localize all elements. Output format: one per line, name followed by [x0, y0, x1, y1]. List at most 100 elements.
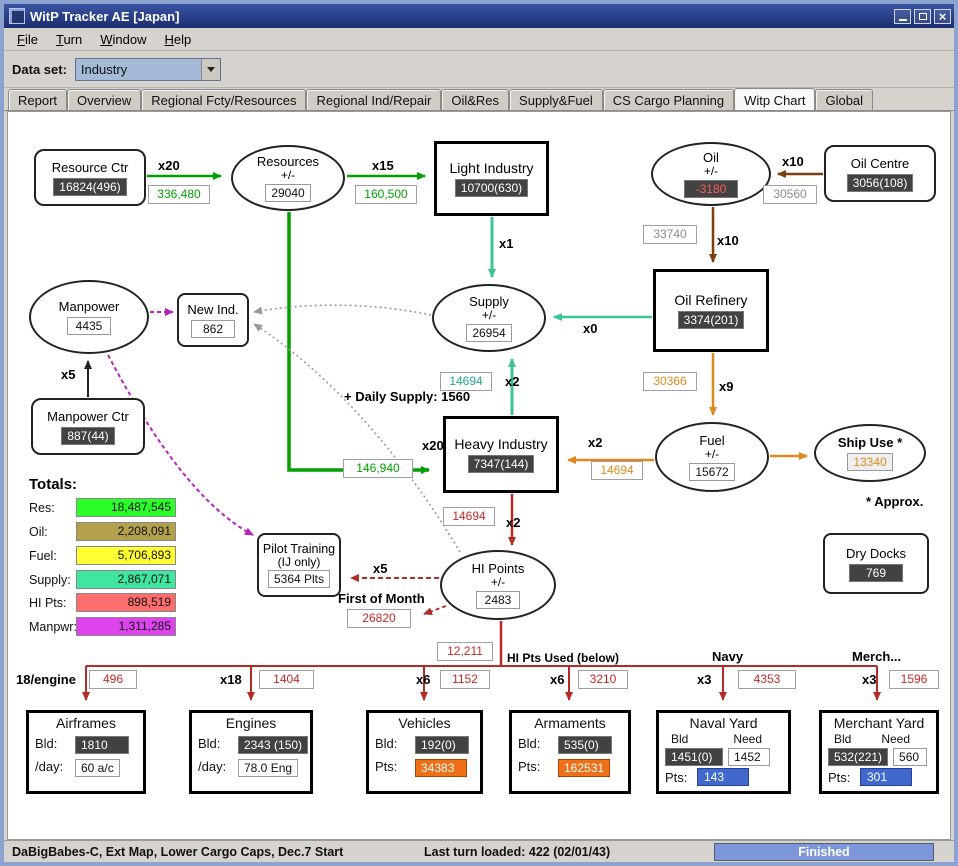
node-value: 15672 [689, 463, 735, 481]
dataset-combo-button[interactable] [200, 58, 220, 80]
mult-engines: x18 [220, 672, 242, 687]
rate-label: /day: [35, 759, 64, 774]
node-new-ind: New Ind. 862 [177, 293, 249, 347]
used-airframes: 496 [89, 670, 137, 689]
menu-help[interactable]: Help [155, 32, 200, 47]
hi-pts-used-note: HI Pts Used (below) [507, 651, 620, 665]
edge-value: 33740 [643, 225, 697, 244]
tab-global[interactable]: Global [815, 89, 874, 110]
factory-title: Airframes [56, 715, 116, 731]
minimize-button[interactable] [894, 8, 911, 24]
node-title: Pilot Training [262, 541, 336, 556]
factory-head: Bld Need [659, 732, 788, 746]
node-value: 4435 [67, 317, 111, 335]
tab-cs-cargo-planning[interactable]: CS Cargo Planning [602, 89, 735, 110]
node-title: Dry Docks [846, 545, 906, 561]
node-value: 2483 [476, 591, 520, 609]
node-oil-refinery: Oil Refinery 3374(201) [653, 269, 769, 352]
hi-pts-used-total: 12,211 [437, 642, 493, 661]
dataset-combo[interactable]: Industry [74, 57, 221, 81]
tab-supply-fuel[interactable]: Supply&Fuel [509, 89, 603, 110]
node-resources: Resources +/- 29040 [231, 145, 345, 211]
dataset-row: Data set: Industry [4, 51, 954, 88]
edge-mult: x2 [506, 515, 521, 530]
node-value: 3374(201) [677, 311, 745, 329]
menu-window[interactable]: Window [91, 32, 155, 47]
mult-vehicles: x6 [416, 672, 431, 687]
node-resource-ctr: Resource Ctr 16824(496) [34, 149, 146, 206]
edge-value: 14694 [440, 372, 492, 391]
pts-value: 301 [860, 768, 912, 786]
node-value: -3180 [684, 180, 738, 198]
merch-label: Merch... [852, 649, 902, 664]
node-sub: +/- [490, 575, 506, 589]
menu-file[interactable]: File [8, 32, 47, 47]
first-of-month-label: First of Month [338, 591, 425, 606]
factory-title: Vehicles [398, 715, 451, 731]
app-window: WitP Tracker AE [Japan] × File Turn Wind… [0, 0, 958, 866]
totals-row: Supply: 2,867,071 [29, 570, 176, 589]
node-title: Resources [256, 154, 320, 169]
window-titlebar: WitP Tracker AE [Japan] × [4, 4, 954, 28]
factory-naval-yard: Naval Yard Bld Need 1451(0) 1452 Pts: 14… [656, 710, 791, 794]
factory-title: Engines [225, 715, 277, 731]
tab-regional-fcty-resources[interactable]: Regional Fcty/Resources [141, 89, 307, 110]
node-value: 26954 [466, 324, 512, 342]
node-hi-points: HI Points +/- 2483 [440, 550, 556, 620]
tab-bar: Report Overview Regional Fcty/Resources … [4, 88, 954, 111]
tab-report[interactable]: Report [8, 89, 68, 110]
node-title: Oil Refinery [674, 292, 748, 308]
totals-row: Res: 18,487,545 [29, 498, 176, 517]
tab-regional-ind-repair[interactable]: Regional Ind/Repair [306, 89, 442, 110]
tab-oil-res[interactable]: Oil&Res [441, 89, 510, 110]
bld-value: 532(221) [828, 748, 889, 766]
edge-resources-heavyindustry [287, 212, 430, 474]
tab-witp-chart[interactable]: Witp Chart [734, 88, 816, 110]
edge-value: 14694 [591, 461, 643, 480]
node-supply: Supply +/- 26954 [432, 284, 546, 352]
node-value: 29040 [265, 184, 311, 202]
totals-value-oil: 2,208,091 [76, 522, 176, 541]
maximize-button[interactable] [914, 8, 931, 24]
totals-value-supply: 2,867,071 [76, 570, 176, 589]
close-button[interactable]: × [934, 8, 951, 24]
totals-value-fuel: 5,706,893 [76, 546, 176, 565]
totals-title: Totals: [29, 476, 78, 493]
edge-hipoints-firstofmonth [423, 605, 447, 616]
edge-mult: x10 [717, 233, 739, 248]
menu-turn[interactable]: Turn [47, 32, 91, 47]
bld-value: 1451(0) [665, 748, 723, 766]
node-title: Manpower Ctr [47, 408, 129, 424]
factory-armaments: Armaments Bld: 535(0) Pts: 162531 [509, 710, 631, 794]
bld-label: Bld [671, 732, 689, 746]
first-of-month-value: 26820 [347, 609, 411, 628]
totals-label: HI Pts: [29, 595, 67, 610]
factory-merchant-yard: Merchant Yard Bld Need 532(221) 560 Pts:… [819, 710, 939, 794]
totals-label: Fuel: [29, 548, 57, 563]
node-value: 5364 Plts [267, 569, 331, 588]
node-title: HI Points [471, 561, 525, 576]
edge-value: 146,940 [343, 459, 413, 478]
node-sub: +/- [481, 308, 497, 322]
dataset-label: Data set: [12, 61, 67, 77]
bld-label: Bld [834, 732, 852, 746]
totals-label: Res: [29, 500, 55, 515]
node-light-industry: Light Industry 10700(630) [434, 141, 549, 216]
used-naval-yard: 4353 [738, 670, 796, 689]
bld-label: Bld: [198, 736, 221, 751]
edge-mult: x10 [782, 154, 804, 169]
edge-value: 30366 [643, 372, 697, 391]
totals-row: Oil: 2,208,091 [29, 522, 176, 541]
totals-value-manpwr: 1,311,285 [76, 617, 176, 636]
maximize-icon [918, 12, 927, 20]
node-fuel: Fuel +/- 15672 [655, 422, 769, 492]
factory-airframes: Airframes Bld: 1810 /day: 60 a/c [26, 710, 146, 794]
close-icon: × [938, 8, 947, 24]
tab-overview[interactable]: Overview [67, 89, 142, 110]
mult-armaments: x6 [550, 672, 565, 687]
bld-value: 2343 (150) [238, 736, 309, 754]
chevron-down-icon [206, 66, 215, 72]
last-turn-label: Last turn loaded: 422 (02/01/43) [424, 845, 611, 859]
pts-value: 143 [697, 768, 749, 786]
node-title: Fuel [699, 433, 725, 448]
